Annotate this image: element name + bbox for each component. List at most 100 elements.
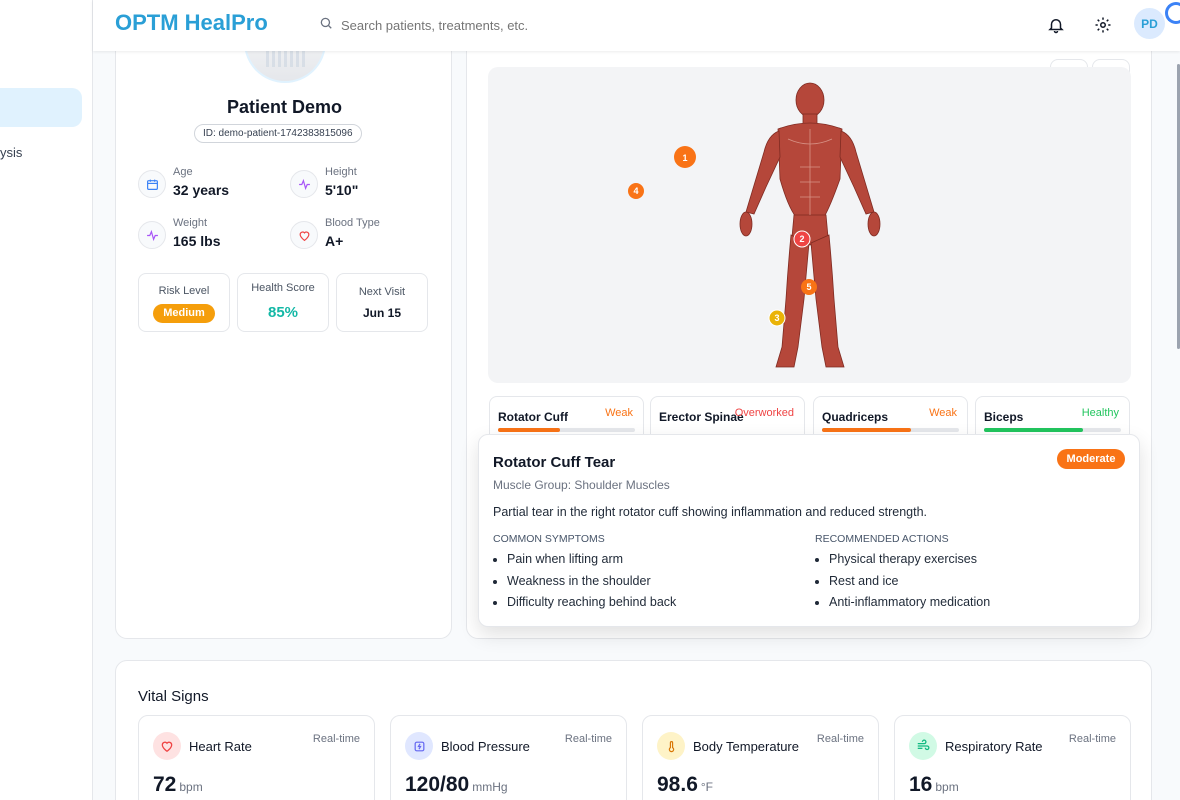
vital-tag: Real-time [1068,733,1116,745]
muscle-marker-2[interactable]: 2 [793,230,811,248]
muscle-bar-fill [498,428,560,432]
vital-unit: mmHg [472,780,508,794]
svg-text:3: 3 [774,313,779,323]
vital-respiratory-rate[interactable]: Respiratory Rate Real-time 16 bpm [894,715,1131,800]
vital-name: Blood Pressure [441,739,530,754]
next-visit-label: Next Visit [358,286,406,298]
height-label: Height [325,166,357,178]
wind-icon [909,732,937,760]
body-model-viewer[interactable]: 1 2 3 4 5 [488,67,1131,383]
vital-unit: bpm [935,780,959,794]
vital-signs-card: Vital Signs Heart Rate Real-time 72 bpm B… [115,660,1152,800]
health-score-value: 85% [267,304,299,321]
sidebar-item-analysis[interactable]: ysis [0,145,22,160]
vital-value: 72 bpm [153,773,203,796]
risk-level-badge: Medium [153,304,215,323]
action-item: Anti-inflammatory medication [829,595,1115,617]
muscle-marker-1[interactable]: 1 [674,146,696,168]
calendar-icon [138,170,166,198]
detail-description: Partial tear in the right rotator cuff s… [493,505,928,519]
blood-type-value: A+ [325,233,344,249]
vital-blood-pressure[interactable]: Blood Pressure Real-time 120/80 mmHg [390,715,627,800]
vital-unit: bpm [179,780,203,794]
vital-tag: Real-time [816,733,864,745]
muscle-status: Weak [929,407,957,419]
thermometer-icon [657,732,685,760]
user-avatar[interactable]: PD [1134,8,1165,39]
health-score-label: Health Score [251,282,315,294]
symptoms-section: COMMON SYMPTOMS Pain when lifting arm We… [493,533,793,617]
svg-text:2: 2 [799,234,804,244]
age-value: 32 years [173,182,230,198]
blood-type-label: Blood Type [325,217,380,229]
svg-text:1: 1 [682,153,687,163]
vital-value: 16 bpm [909,773,959,796]
svg-text:4: 4 [633,186,638,196]
actions-heading: RECOMMENDED ACTIONS [815,533,949,545]
symptom-item: Weakness in the shoulder [507,574,793,596]
heart-icon [290,221,318,249]
symptoms-heading: COMMON SYMPTOMS [493,533,605,545]
symptom-item: Difficulty reaching behind back [507,595,793,617]
muscle-status: Weak [605,407,633,419]
sidebar: ysis [0,0,93,800]
svg-text:5: 5 [806,282,811,292]
sidebar-item-active[interactable] [0,88,82,127]
health-score-box: Health Score 85% [237,273,329,332]
app-logo[interactable]: OPTM HealPro [115,10,268,36]
vital-unit: °F [700,780,714,794]
vital-tag: Real-time [564,733,612,745]
search-icon [319,16,333,35]
action-item: Rest and ice [829,574,1115,596]
vital-value: 120/80 mmHg [405,773,508,796]
patient-id-badge: ID: demo-patient-1742383815096 [194,124,362,143]
muscle-name: Quadriceps [822,410,889,424]
risk-level-box: Risk Level Medium [138,273,230,332]
activity-icon [290,170,318,198]
age-label: Age [173,166,193,178]
activity-icon [405,732,433,760]
vital-heart-rate[interactable]: Heart Rate Real-time 72 bpm [138,715,375,800]
vital-name: Respiratory Rate [945,739,1043,754]
next-visit-box: Next Visit Jun 15 [336,273,428,332]
muscle-status: Overworked [734,407,794,419]
muscle-status: Healthy [1081,407,1119,419]
severity-badge: Moderate [1057,449,1125,469]
muscle-bar-fill [984,428,1083,432]
stat-weight: Weight 165 lbs [138,217,278,257]
weight-value: 165 lbs [173,233,221,249]
muscle-bar-fill [822,428,912,432]
heart-icon [153,732,181,760]
search-bar[interactable] [319,14,739,36]
anatomy-figure: 1 2 3 4 5 [628,82,881,368]
action-item: Physical therapy exercises [829,552,1115,574]
muscle-marker-3[interactable]: 3 [768,309,786,327]
muscle-marker-4[interactable]: 4 [628,183,644,199]
muscle-detail-popup: Rotator Cuff Tear Muscle Group: Shoulder… [478,434,1140,627]
height-value: 5'10" [325,182,359,198]
vital-tag: Real-time [312,733,360,745]
detail-muscle-group: Muscle Group: Shoulder Muscles [493,478,670,492]
muscle-name: Rotator Cuff [498,410,568,424]
status-ring-icon [1165,2,1180,24]
search-input[interactable] [341,17,721,33]
stat-age: Age 32 years [138,166,278,206]
patient-name: Patient Demo [226,97,343,117]
next-visit-value: Jun 15 [362,306,401,320]
stat-blood-type: Blood Type A+ [290,217,430,257]
actions-section: RECOMMENDED ACTIONS Physical therapy exe… [815,533,1115,617]
vital-value: 98.6 °F [657,773,714,796]
vital-body-temperature[interactable]: Body Temperature Real-time 98.6 °F [642,715,879,800]
muscle-marker-5[interactable]: 5 [801,279,817,295]
gear-icon[interactable] [1091,13,1115,37]
symptom-item: Pain when lifting arm [507,552,793,574]
bell-icon[interactable] [1044,13,1068,37]
vital-signs-title: Vital Signs [138,688,209,705]
vital-name: Heart Rate [189,739,252,754]
patient-card: Patient Demo ID: demo-patient-1742383815… [115,30,452,639]
muscle-name: Biceps [984,410,1024,424]
detail-title: Rotator Cuff Tear [493,454,616,471]
weight-label: Weight [173,217,208,229]
top-header: OPTM HealPro PD [93,0,1180,51]
vital-name: Body Temperature [693,739,799,754]
